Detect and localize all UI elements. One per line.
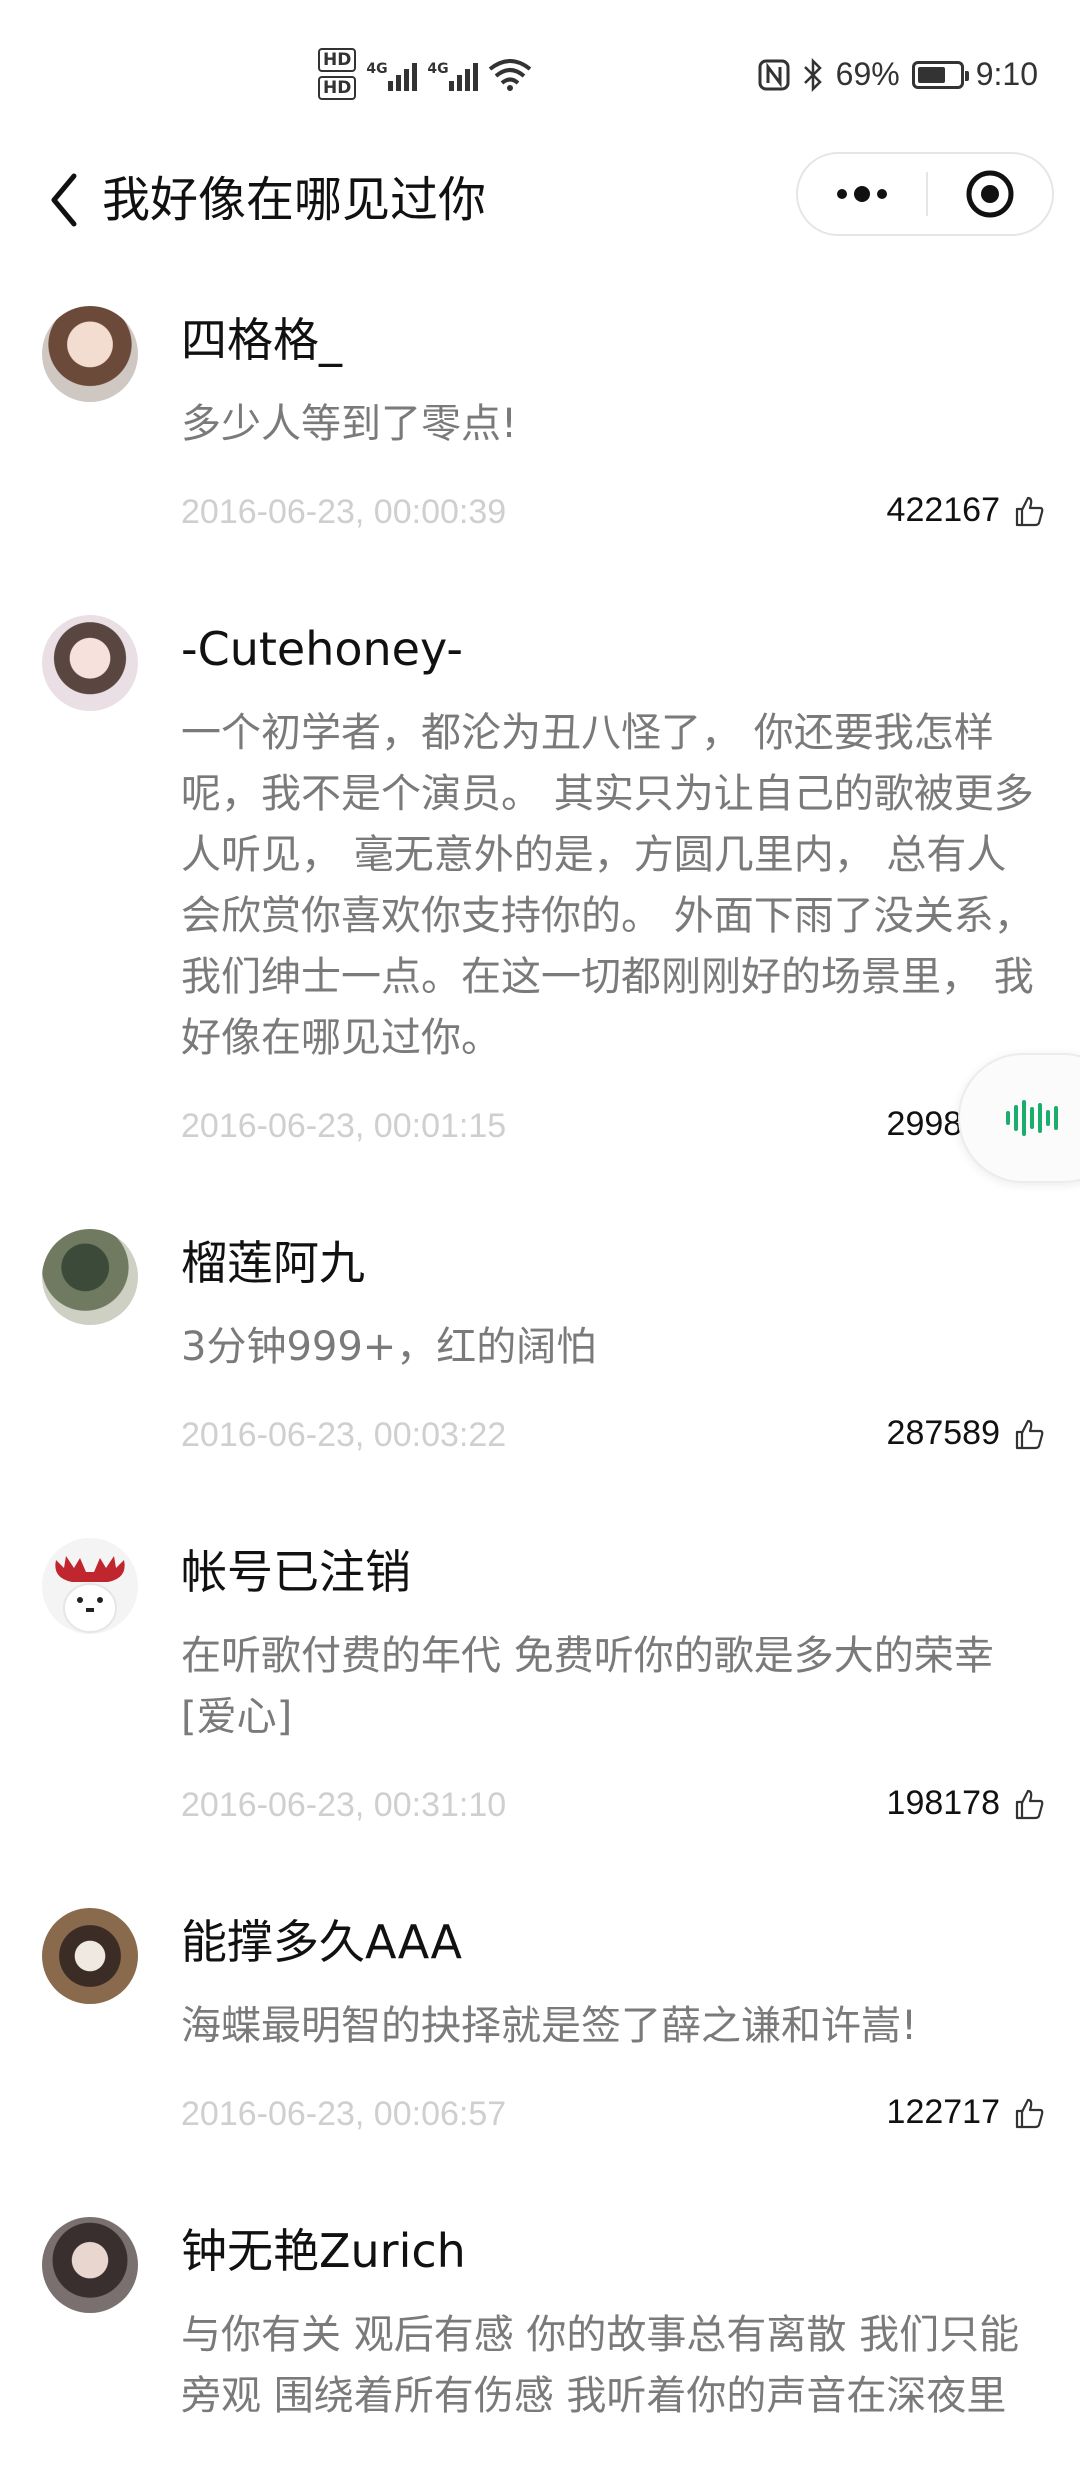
comment-content: 多少人等到了零点! bbox=[181, 401, 518, 447]
status-left: HD HD 4G 4G bbox=[318, 48, 532, 100]
comment-meta: 2016-06-23, 00:00:39 422167 bbox=[181, 483, 1044, 543]
thumbs-up-icon bbox=[1015, 1789, 1044, 1819]
comment-timestamp: 2016-06-23, 00:06:57 bbox=[181, 2095, 507, 2133]
comment-item: 钟无艳Zurich 与你有关 观后有感 你的故事总有离散 我们只能旁观 围绕着所… bbox=[0, 2201, 1080, 2427]
comment-content: 海蝶最明智的抉择就是签了薛之谦和许嵩! bbox=[181, 2003, 918, 2049]
more-dots-icon bbox=[837, 186, 887, 202]
bluetooth-icon bbox=[803, 57, 822, 92]
comment-item: 四格格_ 多少人等到了零点! 2016-06-23, 00:00:39 4221… bbox=[0, 290, 1080, 543]
battery-fill bbox=[917, 66, 946, 83]
like-button[interactable]: 287589 bbox=[887, 1414, 1044, 1453]
comment-timestamp: 2016-06-23, 00:03:22 bbox=[181, 1416, 507, 1454]
battery-icon bbox=[911, 60, 969, 89]
comment-username[interactable]: 帐号已注销 bbox=[181, 1522, 1044, 1604]
comment-content: 在听歌付费的年代 免费听你的歌是多大的荣幸[爱心] bbox=[181, 1633, 994, 1740]
comment-username[interactable]: 榴莲阿九 bbox=[181, 1213, 1044, 1295]
comment-username[interactable]: 四格格_ bbox=[181, 290, 1044, 372]
avatar[interactable] bbox=[42, 1908, 138, 2004]
status-right: 69% 9:10 bbox=[758, 56, 1038, 93]
hd-badge-1: HD bbox=[318, 48, 357, 72]
close-button[interactable] bbox=[928, 154, 1052, 234]
like-count: 198178 bbox=[886, 1784, 1000, 1822]
signal-sim2-icon: 4G bbox=[427, 57, 479, 91]
like-count: 122717 bbox=[886, 2093, 1000, 2131]
comment-timestamp: 2016-06-23, 00:31:10 bbox=[181, 1786, 507, 1824]
sim1-network: 4G bbox=[366, 61, 388, 77]
voice-float-button[interactable] bbox=[958, 1053, 1080, 1183]
like-count: 422167 bbox=[886, 491, 1000, 529]
target-circle-icon bbox=[966, 170, 1014, 218]
mini-program-capsule bbox=[796, 152, 1054, 236]
hd-indicators: HD HD bbox=[318, 48, 357, 100]
status-bar: HD HD 4G 4G 69% 9:10 bbox=[0, 0, 1080, 150]
comment-timestamp: 2016-06-23, 00:01:15 bbox=[181, 1107, 507, 1145]
comment-meta: 2016-06-23, 00:06:57 122717 bbox=[181, 2085, 1044, 2145]
hd-badge-2: HD bbox=[318, 76, 357, 100]
thumbs-up-icon bbox=[1015, 496, 1044, 526]
comment-meta: 2016-06-23, 00:01:15 299884 bbox=[181, 1097, 1044, 1157]
comment-username[interactable]: -Cutehoney- bbox=[181, 599, 1044, 681]
like-button[interactable]: 198178 bbox=[887, 1784, 1044, 1823]
comment-item: 帐号已注销 在听歌付费的年代 免费听你的歌是多大的荣幸[爱心] 2016-06-… bbox=[0, 1522, 1080, 1836]
comment-username[interactable]: 钟无艳Zurich bbox=[181, 2201, 1044, 2283]
sim2-network: 4G bbox=[427, 61, 449, 77]
comment-meta: 2016-06-23, 00:03:22 287589 bbox=[181, 1406, 1044, 1466]
avatar[interactable] bbox=[42, 1538, 138, 1634]
avatar[interactable] bbox=[42, 1229, 138, 1325]
comment-item: 榴莲阿九 3分钟999+，红的阔怕 2016-06-23, 00:03:22 2… bbox=[0, 1213, 1080, 1466]
signal-sim1-icon: 4G bbox=[366, 57, 418, 91]
back-chevron-icon[interactable] bbox=[40, 162, 90, 238]
moose-avatar-icon bbox=[55, 1556, 125, 1633]
avatar[interactable] bbox=[42, 2217, 138, 2313]
clock: 9:10 bbox=[975, 56, 1038, 92]
comment-list: 四格格_ 多少人等到了零点! 2016-06-23, 00:00:39 4221… bbox=[0, 290, 1080, 2483]
like-count: 287589 bbox=[886, 1414, 1000, 1452]
like-button[interactable]: 122717 bbox=[887, 2093, 1044, 2132]
page-title: 我好像在哪见过你 bbox=[102, 172, 487, 228]
battery-percent: 69% bbox=[835, 56, 900, 92]
nfc-icon bbox=[758, 59, 790, 90]
comment-content: 3分钟999+，红的阔怕 bbox=[181, 1324, 597, 1370]
comment-content: 一个初学者，都沦为丑八怪了， 你还要我怎样呢，我不是个演员。 其实只为让自己的歌… bbox=[181, 710, 1034, 1061]
thumbs-up-icon bbox=[1015, 1419, 1044, 1449]
comment-content: 与你有关 观后有感 你的故事总有离散 我们只能旁观 围绕着所有伤感 我听着你的声… bbox=[181, 2312, 1020, 2419]
comment-username[interactable]: 能撑多久AAA bbox=[181, 1892, 1044, 1974]
more-button[interactable] bbox=[798, 154, 926, 234]
nav-bar: 我好像在哪见过你 bbox=[0, 150, 1080, 250]
comment-item: -Cutehoney- 一个初学者，都沦为丑八怪了， 你还要我怎样呢，我不是个演… bbox=[0, 599, 1080, 1157]
like-button[interactable]: 422167 bbox=[887, 491, 1044, 530]
comment-meta: 2016-06-23, 00:31:10 198178 bbox=[181, 1776, 1044, 1836]
avatar[interactable] bbox=[42, 615, 138, 711]
thumbs-up-icon bbox=[1015, 2098, 1044, 2128]
avatar[interactable] bbox=[42, 306, 138, 402]
voice-wave-icon bbox=[1006, 1098, 1058, 1138]
wifi-icon bbox=[489, 59, 532, 91]
comment-item: 能撑多久AAA 海蝶最明智的抉择就是签了薛之谦和许嵩! 2016-06-23, … bbox=[0, 1892, 1080, 2145]
comment-timestamp: 2016-06-23, 00:00:39 bbox=[181, 493, 507, 531]
